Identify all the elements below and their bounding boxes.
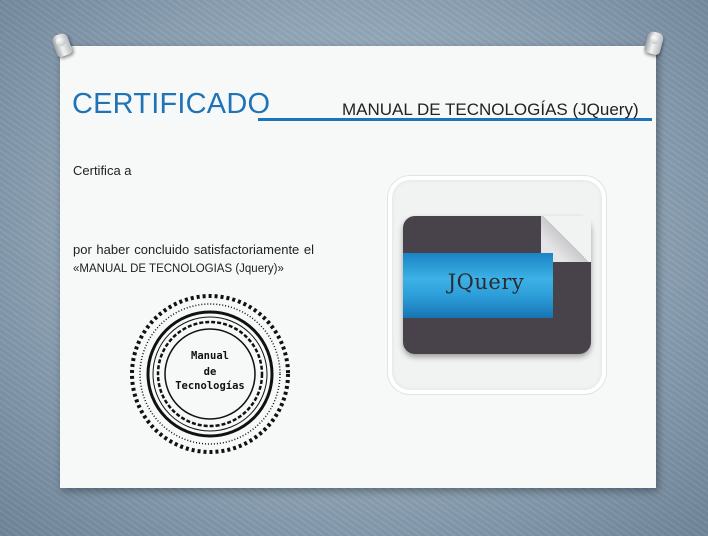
- completion-text: por haber concluido satisfactoriamente e…: [73, 242, 315, 257]
- certificate-subtitle: MANUAL DE TECNOLOGÍAS (JQuery): [342, 100, 639, 119]
- seal-stamp: Manual de Tecnologías: [126, 290, 294, 458]
- certificate-title: CERTIFICADO: [72, 88, 271, 120]
- certifies-label: Certifica a: [73, 163, 132, 178]
- seal-text-line2: de: [203, 366, 217, 378]
- seal-text-line1: Manual: [191, 350, 229, 362]
- jquery-logo-label: JQuery: [447, 270, 525, 294]
- course-name-text: «MANUAL DE TECNOLOGIAS (Jquery)»: [73, 263, 284, 275]
- seal-text-line3: Tecnologías: [175, 380, 245, 392]
